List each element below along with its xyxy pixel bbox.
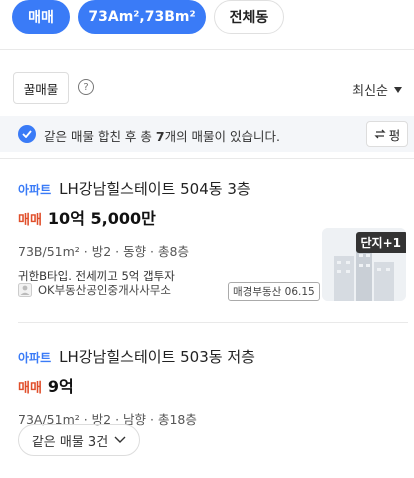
list-toolbar: 꿀매물 ? 최신순 (0, 70, 414, 110)
merge-prefix: 같은 매물 합친 후 총 (44, 129, 156, 144)
trade-filter-chip[interactable]: 매매 (12, 0, 70, 34)
divider (0, 158, 414, 159)
listing-title[interactable]: LH강남힐스테이트 504동 3층 (59, 178, 251, 199)
merge-toggle-button[interactable]: 펑 (366, 121, 408, 147)
merge-count: 7 (155, 129, 165, 144)
complex-badge: 단지+1 (355, 232, 406, 253)
same-listings-button[interactable]: 같은 매물 3건 (18, 424, 140, 456)
listing-price: 9억 (47, 377, 74, 396)
agent-name: OK부동산공인중개사사무소 (38, 283, 171, 297)
divider (18, 322, 408, 323)
chevron-down-icon (114, 436, 126, 443)
user-icon (18, 283, 32, 297)
same-listings-label: 같은 매물 3건 (31, 434, 109, 450)
property-type: 아파트 (18, 351, 52, 365)
sort-dropdown[interactable]: 최신순 (352, 80, 402, 99)
listing-thumbnail[interactable]: 단지+1 (322, 228, 406, 301)
filter-chips: 매매 73Am²,73Bm² 전체동 (12, 0, 284, 38)
swap-icon (374, 129, 386, 139)
merge-notice-bar: 같은 매물 합친 후 총 7개의 매물이 있습니다. 펑 (0, 116, 414, 152)
sort-label: 최신순 (352, 84, 388, 99)
merge-toggle-label: 펑 (388, 127, 401, 143)
listing-price: 10억 5,000만 (47, 209, 156, 228)
area-filter-chip[interactable]: 73Am²,73Bm² (78, 0, 206, 34)
listing-title[interactable]: LH강남힐스테이트 503동 저층 (59, 346, 255, 367)
featured-button[interactable]: 꿀매물 (13, 72, 69, 104)
property-type: 아파트 (18, 183, 52, 197)
merge-notice-text: 같은 매물 합친 후 총 7개의 매물이 있습니다. (44, 126, 280, 145)
dong-filter-chip[interactable]: 전체동 (214, 0, 284, 34)
source-badge: 매경부동산 06.15 (228, 282, 320, 301)
caret-down-icon (394, 86, 402, 93)
divider (0, 49, 414, 50)
listing-item[interactable]: 아파트 LH강남힐스테이트 503동 저층 매매 9억 73A/51m² · 방… (18, 346, 404, 428)
check-icon[interactable] (18, 125, 36, 143)
merge-suffix: 개의 매물이 있습니다. (164, 129, 280, 144)
help-icon[interactable]: ? (78, 79, 94, 95)
agent-info[interactable]: OK부동산공인중개사사무소 (18, 282, 171, 298)
trade-type: 매매 (18, 381, 42, 396)
trade-type: 매매 (18, 213, 42, 228)
